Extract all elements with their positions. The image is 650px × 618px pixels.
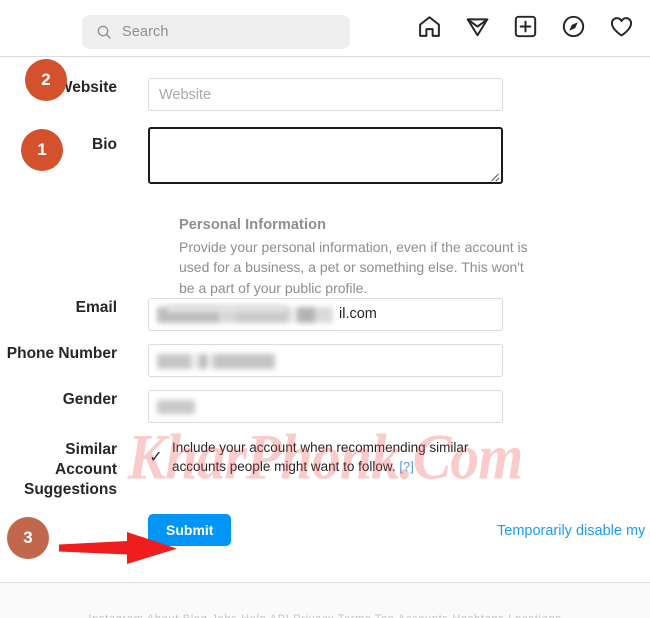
edit-profile-form: Website Website Bio Personal Information…: [0, 57, 650, 582]
phone-field-row: Phone Number: [0, 344, 503, 377]
annotation-badge-2: 2: [25, 59, 67, 101]
submit-row-content: Submit Temporarily disable my account: [148, 514, 650, 547]
website-field-row: Website Website: [0, 78, 503, 111]
bio-textarea[interactable]: [148, 127, 503, 184]
gender-redaction-blur: [157, 400, 195, 414]
website-label: Website: [57, 79, 117, 96]
similar-accounts-row: Similar Account Suggestions ✓ Include yo…: [0, 439, 508, 500]
nav-icon-group: [417, 14, 634, 39]
top-navigation-bar: Search: [0, 0, 650, 57]
email-label: Email: [75, 299, 117, 316]
similar-accounts-body: ✓ Include your account when recommending…: [148, 439, 508, 476]
activity-heart-icon[interactable]: [609, 14, 634, 39]
website-placeholder: Website: [159, 86, 212, 103]
temporarily-disable-account-link[interactable]: Temporarily disable my account: [497, 523, 650, 539]
website-input[interactable]: Website: [148, 78, 503, 111]
similar-accounts-label-line1: Similar Account: [55, 441, 117, 479]
personal-information-title: Personal Information: [179, 217, 327, 233]
page-footer: Instagram About Blog Jobs Help API Priva…: [0, 582, 650, 618]
phone-label: Phone Number: [6, 345, 117, 362]
similar-accounts-label-line2: Suggestions: [23, 481, 117, 499]
footer-links-text: Instagram About Blog Jobs Help API Priva…: [0, 613, 650, 618]
direct-message-icon[interactable]: [465, 14, 490, 39]
gender-label: Gender: [62, 391, 117, 408]
similar-accounts-help-link[interactable]: [?]: [399, 459, 413, 474]
bio-field-row: Bio: [0, 127, 503, 184]
phone-redaction-blur: [157, 354, 275, 369]
new-post-icon[interactable]: [513, 14, 538, 39]
similar-accounts-text: Include your account when recommending s…: [172, 440, 469, 474]
search-icon: [97, 25, 111, 39]
gender-input[interactable]: [148, 390, 503, 423]
similar-accounts-label: Similar Account Suggestions: [0, 439, 148, 500]
email-redaction-blur: [157, 307, 333, 323]
phone-input[interactable]: [148, 344, 503, 377]
similar-accounts-description: Include your account when recommending s…: [172, 439, 472, 476]
email-visible-text: il.com: [339, 306, 377, 322]
personal-information-description: Provide your personal information, even …: [179, 239, 528, 296]
personal-information-block: Personal Information Provide your person…: [179, 217, 539, 298]
annotation-badge-1: 1: [21, 129, 63, 171]
email-input[interactable]: il.com: [148, 298, 503, 331]
red-arrow-pointer: [59, 532, 177, 564]
similar-accounts-checkbox[interactable]: ✓: [148, 450, 164, 466]
annotation-badge-3: 3: [7, 517, 49, 559]
search-input[interactable]: Search: [82, 15, 350, 49]
email-field-row: Email il.com: [0, 298, 503, 331]
gender-field-row: Gender: [0, 390, 503, 423]
email-redaction-blur-2: [167, 305, 287, 312]
textarea-resize-handle[interactable]: [489, 170, 500, 181]
search-placeholder: Search: [122, 24, 169, 40]
home-icon[interactable]: [417, 14, 442, 39]
explore-icon[interactable]: [561, 14, 586, 39]
